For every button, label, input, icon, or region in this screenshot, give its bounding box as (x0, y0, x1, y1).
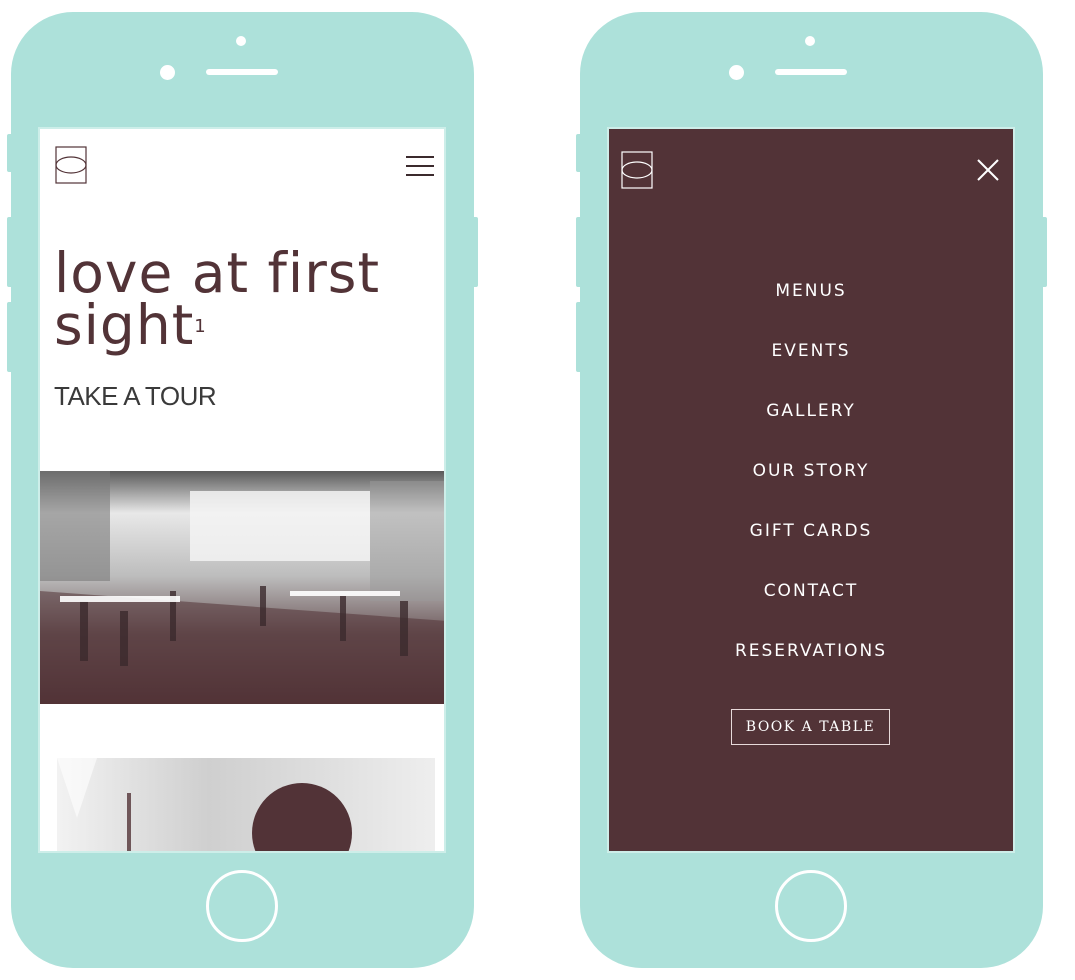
main-navigation: MENUS EVENTS GALLERY OUR STORY GIFT CARD… (609, 277, 1013, 697)
front-sensor (236, 36, 246, 46)
mute-switch (576, 134, 582, 172)
nav-item-contact[interactable]: CONTACT (609, 577, 1013, 637)
volume-up-button (7, 217, 13, 287)
brand-logo-icon[interactable] (621, 151, 653, 189)
nav-item-reservations[interactable]: RESERVATIONS (609, 637, 1013, 697)
screen-nav-menu: MENUS EVENTS GALLERY OUR STORY GIFT CARD… (607, 127, 1015, 853)
take-a-tour-link[interactable]: TAKE A TOUR (54, 381, 217, 412)
volume-up-button (576, 217, 582, 287)
book-a-table-button[interactable]: BOOK A TABLE (731, 709, 890, 745)
hamburger-menu-icon[interactable] (406, 156, 434, 176)
front-sensor (805, 36, 815, 46)
portrait-photo (57, 758, 435, 851)
restaurant-interior-photo (40, 471, 444, 704)
volume-down-button (576, 302, 582, 372)
home-button (206, 870, 278, 942)
home-button (775, 870, 847, 942)
screen-home: love at first sight1 TAKE A TOUR (38, 127, 446, 853)
nav-item-events[interactable]: EVENTS (609, 337, 1013, 397)
front-camera (160, 65, 175, 80)
close-icon[interactable] (975, 157, 1001, 183)
nav-item-gift-cards[interactable]: GIFT CARDS (609, 517, 1013, 577)
volume-down-button (7, 302, 13, 372)
hero-title: love at first sight1 (54, 241, 381, 357)
footnote-marker: 1 (194, 316, 207, 337)
power-button (1041, 217, 1047, 287)
nav-item-our-story[interactable]: OUR STORY (609, 457, 1013, 517)
nav-item-menus[interactable]: MENUS (609, 277, 1013, 337)
phone-mockup-left: love at first sight1 TAKE A TOUR (7, 12, 478, 968)
phone-mockup-right: MENUS EVENTS GALLERY OUR STORY GIFT CARD… (576, 12, 1047, 968)
front-camera (729, 65, 744, 80)
earpiece-speaker (775, 69, 847, 75)
power-button (472, 217, 478, 287)
brand-logo-icon[interactable] (55, 146, 87, 184)
mute-switch (7, 134, 13, 172)
earpiece-speaker (206, 69, 278, 75)
nav-item-gallery[interactable]: GALLERY (609, 397, 1013, 457)
